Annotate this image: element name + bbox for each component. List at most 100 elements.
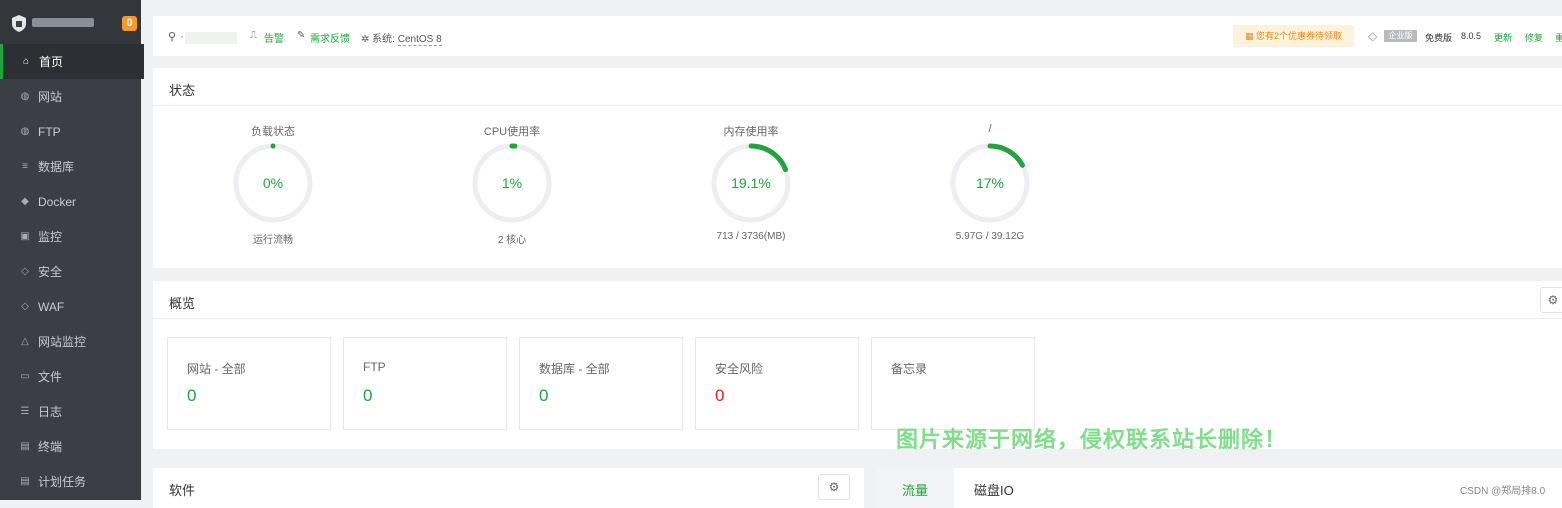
logo-icon (12, 15, 26, 32)
sidebar-item-9[interactable]: ▭ 文件 (0, 359, 141, 394)
software-title: 软件 (169, 483, 196, 498)
divider (153, 318, 1562, 319)
feedback-icon: ✎ (297, 30, 306, 41)
sidebar-item-label: Docker (38, 194, 77, 209)
notification-badge[interactable]: 0 (122, 16, 137, 31)
sidebar-item-label: 计划任务 (38, 475, 87, 489)
shield-icon: ◇ (21, 265, 29, 277)
gauge-label: 内存使用率 (723, 126, 779, 138)
overview-card[interactable]: 数据库 - 全部 0 (519, 337, 683, 430)
status-panel: 状态 负载状态 0% 运行流畅 CPU使用率 1% 2 核心 内存使用率 19.1% 713 /… (153, 68, 1562, 268)
overview-card[interactable]: 备忘录 (871, 337, 1035, 430)
sidebar-item-11[interactable]: ▤ 终端 (0, 429, 141, 464)
home-icon: ⌂ (22, 55, 30, 67)
software-panel: 软件 ⚙ (153, 468, 864, 508)
gauge[interactable]: / 17% 5.97G / 39.12G (930, 123, 1050, 242)
sidebar-item-10[interactable]: ☰ 日志 (0, 394, 141, 429)
sidebar-item-1[interactable]: ◍ 网站 (0, 79, 141, 114)
overview-settings-button[interactable]: ⚙ (1540, 287, 1562, 313)
sidebar-item-label: 终端 (38, 440, 63, 454)
monitor-icon: ▣ (20, 230, 30, 242)
diamond-icon: ◇ (1368, 29, 1378, 43)
sidebar-header: 0 (0, 0, 141, 44)
sidebar-item-label: 监控 (38, 230, 63, 244)
gauge[interactable]: CPU使用率 1% 2 核心 (452, 123, 572, 246)
tab-disk-io[interactable]: 磁盘IO (974, 480, 1014, 499)
system-os[interactable]: CentOS 8 (397, 34, 442, 46)
alarm-icon: ⎍ (250, 30, 257, 41)
gear-icon: ⚙ (1547, 293, 1559, 307)
sidebar-item-0[interactable]: ⌂ 首页 (0, 44, 144, 79)
sidebar-item-label: WAF (38, 299, 65, 314)
status-title: 状态 (169, 83, 196, 98)
sidebar-item-4[interactable]: ◆ Docker (0, 184, 141, 219)
top-header: ⚲ · ⎍ 告警 ✎ 需求反馈 ✲ 系统: CentOS 8 ▦ 您有2个优惠券待… (153, 16, 1562, 56)
overview-title: 概览 (169, 296, 196, 311)
globe-icon: ◍ (20, 90, 30, 102)
alarm-link[interactable]: 告警 (264, 30, 284, 45)
gear-icon: ✲ (361, 34, 370, 45)
tab-traffic[interactable]: 流量 (876, 468, 954, 508)
gauge[interactable]: 内存使用率 19.1% 713 / 3736(MB) (691, 123, 811, 242)
repair-link[interactable]: 修复 (1525, 31, 1543, 44)
sidebar-item-8[interactable]: △ 网站监控 (0, 324, 141, 359)
overview-card[interactable]: 安全风险 0 (695, 337, 859, 430)
feedback-link[interactable]: 需求反馈 (310, 30, 350, 45)
gauge-subtext: 5.97G / 39.12G (955, 231, 1025, 242)
gauge-label: CPU使用率 (483, 126, 541, 138)
version-label: 8.0.5 (1461, 31, 1482, 41)
sidebar-item-7[interactable]: ◇ WAF (0, 289, 141, 324)
gauge-ring: 0% (233, 143, 313, 223)
database-icon: ≡ (22, 160, 28, 172)
gauge-value: 0% (263, 175, 283, 191)
gauge-value: 19.1% (731, 175, 771, 191)
sidebar: 0 ⌂ 首页 ◍ 网站 ◍ FTP ≡ 数据库 ◆ Docker ▣ 监控 ◇ 安全 ◇ WAF △ 网站监控 ▭ 文… (0, 0, 144, 500)
gauge-ring: 19.1% (711, 143, 791, 223)
sidebar-item-label: 网站 (38, 90, 63, 104)
sidebar-item-6[interactable]: ◇ 安全 (0, 254, 141, 289)
enterprise-badge[interactable]: 企业版 (1384, 30, 1417, 42)
edition-label: 免费版 (1425, 33, 1453, 43)
terminal-icon: ▤ (20, 440, 30, 452)
software-settings-button[interactable]: ⚙ (818, 474, 850, 500)
user-icon[interactable]: ⚲ · (168, 30, 184, 43)
overview-panel: 概览 ⚙ 网站 - 全部 0 FTP 0 数据库 - 全部 0 安全风险 0 备忘录 (153, 281, 1562, 449)
cron-icon: ▤ (20, 475, 30, 487)
gauge[interactable]: 负载状态 0% 运行流畅 (213, 123, 333, 246)
card-label: 备忘录 (891, 362, 928, 376)
coupon-promo-button[interactable]: ▦ 您有2个优惠券待领取 (1233, 25, 1354, 47)
gauge-subtext: 713 / 3736(MB) (716, 231, 786, 242)
waf-icon: ◇ (21, 300, 29, 312)
sidebar-item-label: FTP (38, 124, 61, 139)
docker-icon: ◆ (21, 195, 29, 207)
gauge-value: 17% (976, 175, 1004, 191)
folder-icon: ▭ (20, 370, 30, 382)
card-label: 网站 - 全部 (187, 362, 246, 376)
sidebar-item-2[interactable]: ◍ FTP (0, 114, 141, 149)
site-monitor-icon: △ (21, 335, 29, 347)
divider (153, 105, 1562, 106)
username-redacted (185, 32, 237, 44)
csdn-watermark: CSDN @郑局排8.0 (1460, 486, 1546, 497)
restart-link[interactable]: 重 (1555, 31, 1562, 44)
card-label: FTP (363, 360, 386, 374)
update-link[interactable]: 更新 (1494, 31, 1512, 44)
card-label: 数据库 - 全部 (539, 362, 610, 376)
log-icon: ☰ (20, 405, 30, 417)
sidebar-item-label: 首页 (39, 55, 64, 69)
overview-card[interactable]: FTP 0 (343, 337, 507, 430)
card-value: 0 (187, 386, 197, 405)
gauge-value: 1% (502, 175, 522, 191)
sidebar-item-3[interactable]: ≡ 数据库 (0, 149, 141, 184)
card-value: 0 (715, 386, 725, 405)
sidebar-item-12[interactable]: ▤ 计划任务 (0, 464, 141, 499)
card-value: 0 (539, 386, 549, 405)
coupon-icon: ▦ (1244, 31, 1254, 41)
overview-card[interactable]: 网站 - 全部 0 (167, 337, 331, 430)
sidebar-item-5[interactable]: ▣ 监控 (0, 219, 141, 254)
sidebar-item-label: 日志 (38, 405, 63, 419)
sidebar-item-label: 文件 (38, 370, 63, 384)
card-value: 0 (363, 386, 373, 405)
gauge-ring: 17% (950, 143, 1030, 223)
server-name-redacted (32, 18, 94, 27)
